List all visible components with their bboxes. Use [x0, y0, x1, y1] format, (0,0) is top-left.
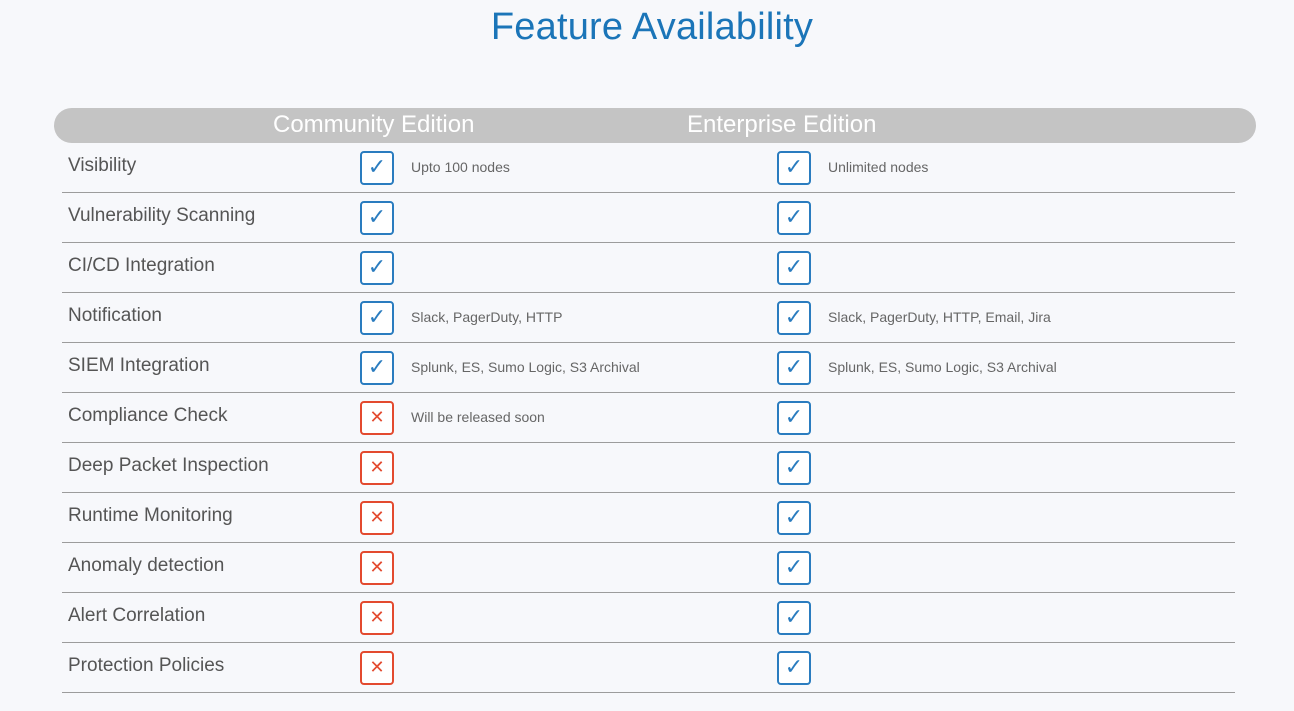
- check-icon: ✓: [777, 351, 811, 385]
- feature-name: Notification: [68, 305, 162, 326]
- check-icon: ✓: [777, 551, 811, 585]
- check-icon: ✓: [777, 601, 811, 635]
- feature-name: Visibility: [68, 155, 137, 176]
- check-icon: ✓: [777, 501, 811, 535]
- cross-icon: ✕: [360, 451, 394, 485]
- page-title: Feature Availability: [490, 6, 814, 48]
- cross-icon: ✕: [360, 551, 394, 585]
- cross-icon: ✕: [360, 401, 394, 435]
- check-icon: ✓: [777, 301, 811, 335]
- check-icon: ✓: [777, 201, 811, 235]
- feature-row: Notification ✓ Slack, PagerDuty, HTTP ✓ Slac…: [62, 293, 1235, 343]
- feature-name: Protection Policies: [68, 655, 225, 676]
- feature-row: Vulnerability Scanning ✓ ✓: [62, 193, 1235, 243]
- feature-name: SIEM Integration: [68, 355, 210, 376]
- feature-row: SIEM Integration ✓ Splunk, ES, Sumo Logic,…: [62, 343, 1235, 393]
- feature-row: CI/CD Integration ✓ ✓: [62, 243, 1235, 293]
- check-icon: ✓: [777, 151, 811, 185]
- check-icon: ✓: [777, 451, 811, 485]
- feature-row: Runtime Monitoring ✕ ✓: [62, 493, 1235, 543]
- check-icon: ✓: [777, 651, 811, 685]
- enterprise-note: Unlimited nodes: [828, 159, 929, 175]
- enterprise-note: Slack, PagerDuty, HTTP, Email, Jira: [828, 309, 1051, 325]
- check-icon: ✓: [360, 151, 394, 185]
- enterprise-note: Splunk, ES, Sumo Logic, S3 Archival: [828, 359, 1057, 375]
- feature-row: Deep Packet Inspection ✕ ✓: [62, 443, 1235, 493]
- community-note: Slack, PagerDuty, HTTP: [411, 309, 563, 325]
- feature-row: Anomaly detection ✕ ✓: [62, 543, 1235, 593]
- header-enterprise-edition: Enterprise Edition: [687, 111, 877, 138]
- feature-name: Alert Correlation: [68, 605, 206, 626]
- feature-name: Deep Packet Inspection: [68, 455, 269, 476]
- feature-name: Compliance Check: [68, 405, 228, 426]
- header-community-edition: Community Edition: [273, 111, 475, 138]
- feature-name: Runtime Monitoring: [68, 505, 233, 526]
- feature-name: CI/CD Integration: [68, 255, 215, 276]
- feature-row: Protection Policies ✕ ✓: [62, 643, 1235, 693]
- check-icon: ✓: [777, 401, 811, 435]
- feature-row: Compliance Check ✕ Will be released soon ✓: [62, 393, 1235, 443]
- edition-header-bar: Community Edition Enterprise Edition: [54, 108, 1256, 143]
- feature-name: Anomaly detection: [68, 555, 225, 576]
- cross-icon: ✕: [360, 601, 394, 635]
- cross-icon: ✕: [360, 501, 394, 535]
- feature-table: Visibility ✓ Upto 100 nodes ✓ Unlimited node…: [62, 143, 1235, 693]
- cross-icon: ✕: [360, 651, 394, 685]
- check-icon: ✓: [360, 201, 394, 235]
- check-icon: ✓: [777, 251, 811, 285]
- check-icon: ✓: [360, 301, 394, 335]
- feature-row: Alert Correlation ✕ ✓: [62, 593, 1235, 643]
- community-note: Will be released soon: [411, 409, 545, 425]
- feature-name: Vulnerability Scanning: [68, 205, 256, 226]
- check-icon: ✓: [360, 351, 394, 385]
- feature-row: Visibility ✓ Upto 100 nodes ✓ Unlimited node…: [62, 143, 1235, 193]
- community-note: Splunk, ES, Sumo Logic, S3 Archival: [411, 359, 640, 375]
- community-note: Upto 100 nodes: [411, 159, 510, 175]
- check-icon: ✓: [360, 251, 394, 285]
